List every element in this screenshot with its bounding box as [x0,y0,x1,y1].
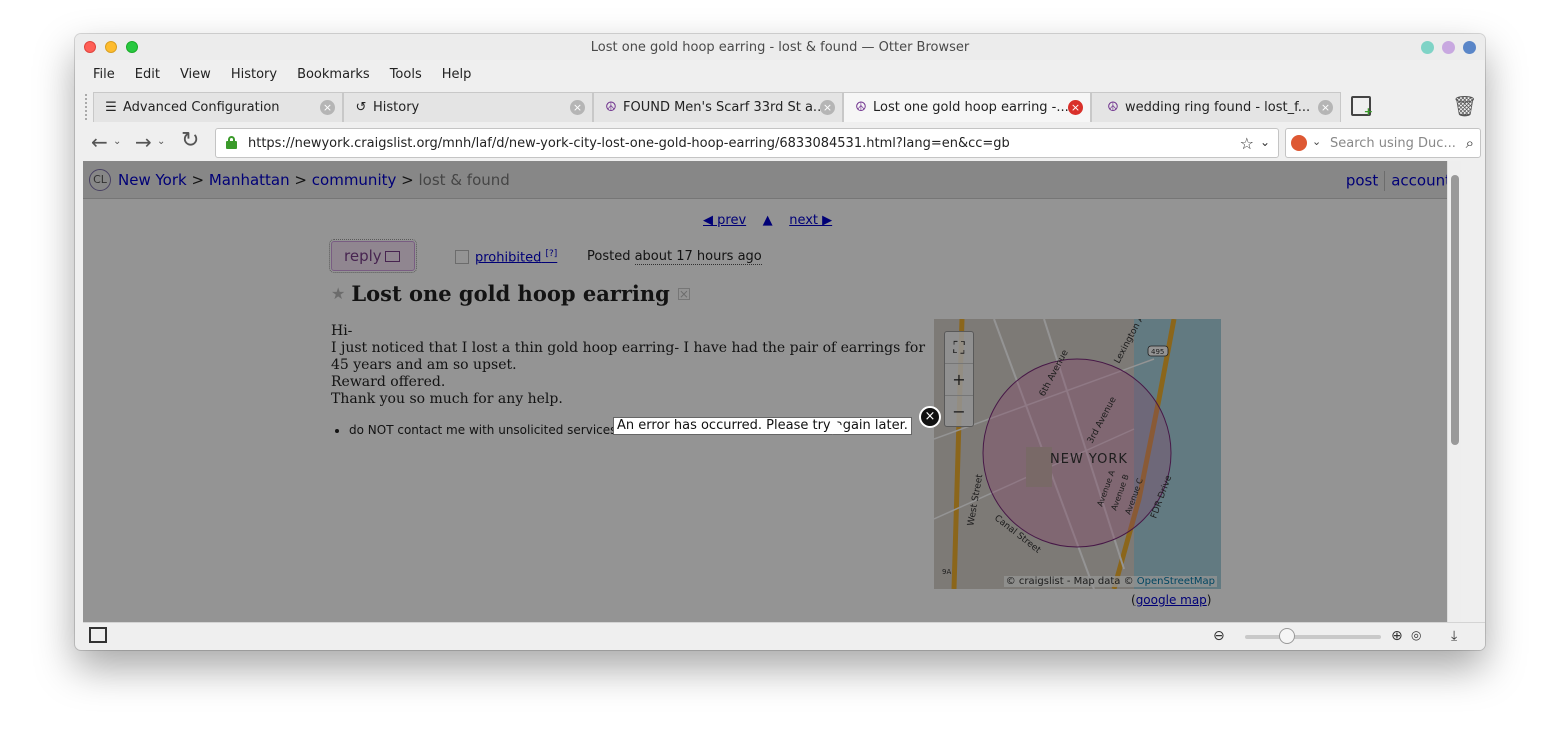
close-tab-icon[interactable]: × [570,100,585,115]
close-tab-icon[interactable]: × [1068,100,1083,115]
search-field[interactable]: ⌄ Search using Duc... ⌕ [1285,128,1481,158]
window-title: Lost one gold hoop earring - lost & foun… [590,40,970,55]
web-content: CL New York > Manhattan > community > lo… [83,161,1461,622]
tab-label: FOUND Men's Scarf 33rd St a... [623,100,826,115]
bookmark-star-icon[interactable]: ☆ [1240,134,1254,153]
close-tab-icon[interactable]: × [320,100,335,115]
scrollbar-thumb[interactable] [1451,175,1459,445]
back-icon[interactable]: ← [91,130,108,154]
tab-lost-gold-hoop-earring[interactable]: ☮ Lost one gold hoop earring -... × [843,92,1091,122]
lilac-window-button[interactable] [1442,41,1455,54]
trash-icon[interactable]: 🗑 [1452,94,1477,118]
menu-edit[interactable]: Edit [125,60,170,88]
history-icon: ↺ [355,100,367,115]
tab-history[interactable]: ↺ History × [343,92,593,122]
forward-history-chevron-icon[interactable]: ⌄ [157,136,165,147]
close-tab-icon[interactable]: × [1318,100,1333,115]
settings-icon: ☰ [105,100,117,115]
menu-history[interactable]: History [221,60,287,88]
menu-bookmarks[interactable]: Bookmarks [287,60,380,88]
zoom-out-magnifier-icon[interactable]: ⊖ [1213,628,1225,644]
zoom-in-magnifier-icon[interactable]: ⊕ [1391,628,1403,644]
menu-bar: File Edit View History Bookmarks Tools H… [83,60,481,88]
peace-icon: ☮ [605,100,617,115]
menu-help[interactable]: Help [432,60,482,88]
status-bar: ⊖ ⊕ ◎ ⤓ [83,622,1485,650]
new-tab-icon[interactable]: + [1351,96,1373,118]
tab-wedding-ring-found[interactable]: ☮ wedding ring found - lost_f... × [1091,92,1341,122]
peace-icon: ☮ [1107,100,1119,115]
tab-found-mens-scarf[interactable]: ☮ FOUND Men's Scarf 33rd St a... × [593,92,843,122]
reload-icon[interactable]: ↻ [181,128,199,153]
navigation-toolbar: ← ⌄ → ⌄ ↻ https://newyork.craigslist.org… [83,126,1485,160]
forward-icon[interactable]: → [135,130,152,154]
tab-advanced-configuration[interactable]: ☰ Advanced Configuration × [93,92,343,122]
tab-label: History [373,100,420,115]
tab-bar: ☰ Advanced Configuration × ↺ History × ☮… [83,90,1485,124]
downloads-icon[interactable]: ⤓ [1451,628,1457,644]
modal-overlay[interactable] [83,161,1461,622]
address-url[interactable]: https://newyork.craigslist.org/mnh/laf/d… [248,136,1010,151]
menu-view[interactable]: View [170,60,221,88]
zoom-slider-handle[interactable] [1279,628,1295,644]
duckduckgo-icon[interactable] [1291,135,1307,151]
search-engine-chevron-icon[interactable]: ⌄ [1312,135,1321,148]
globe-icon[interactable] [1463,41,1476,54]
search-icon[interactable]: ⌕ [1466,134,1474,152]
close-error-icon[interactable]: × [919,406,941,428]
peace-icon: ☮ [855,100,867,115]
tab-bar-handle[interactable] [85,94,89,120]
tab-label: wedding ring found - lost_f... [1125,100,1311,115]
address-dropdown-icon[interactable]: ⌄ [1260,135,1270,149]
lock-icon [226,136,237,149]
search-placeholder: Search using Duc... [1330,136,1456,151]
menu-file[interactable]: File [83,60,125,88]
error-message: An error has occurred. Please try again … [613,417,912,435]
browser-window: Lost one gold hoop earring - lost & foun… [75,34,1485,650]
teal-window-button[interactable] [1421,41,1434,54]
close-tab-icon[interactable]: × [820,100,835,115]
tab-label: Advanced Configuration [123,100,280,115]
back-history-chevron-icon[interactable]: ⌄ [113,136,121,147]
vertical-scrollbar[interactable] [1447,161,1461,622]
image-loading-icon[interactable]: ◎ [1411,628,1421,642]
menu-tools[interactable]: Tools [380,60,432,88]
tab-label: Lost one gold hoop earring -... [873,100,1069,115]
title-bar: Lost one gold hoop earring - lost & foun… [75,34,1485,60]
sidebar-toggle-icon[interactable] [89,627,107,643]
zoom-slider[interactable] [1245,635,1381,639]
address-bar[interactable]: https://newyork.craigslist.org/mnh/laf/d… [215,128,1279,158]
